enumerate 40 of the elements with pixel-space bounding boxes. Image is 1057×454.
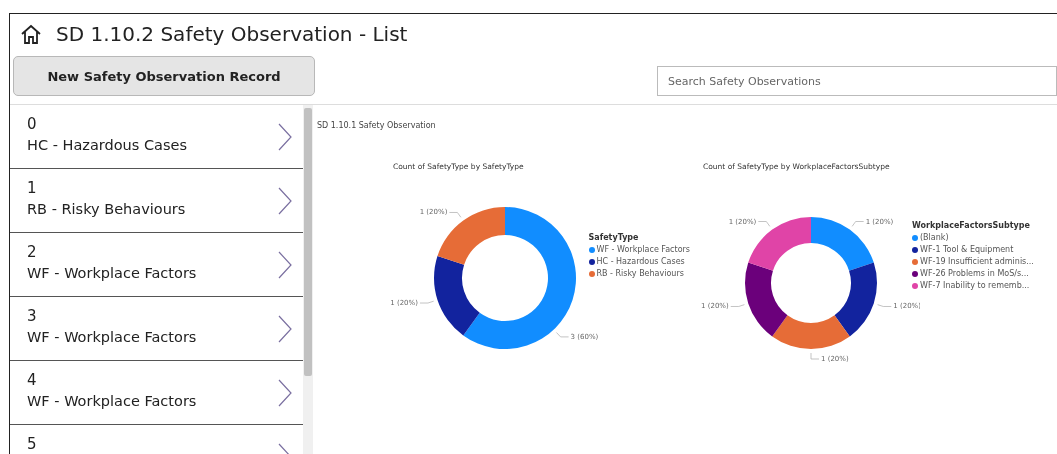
record-number: 3 bbox=[27, 307, 38, 325]
legend-label: WF-1 Tool & Equipment bbox=[920, 245, 1014, 254]
chevron-right-icon bbox=[277, 379, 293, 407]
new-record-button[interactable]: New Safety Observation Record bbox=[13, 56, 315, 96]
record-number: 2 bbox=[27, 243, 38, 261]
leader-line bbox=[758, 221, 771, 227]
record-type: RB - Risky Behaviours bbox=[27, 201, 186, 217]
record-number: 0 bbox=[27, 115, 38, 133]
page-title: SD 1.10.2 Safety Observation - List bbox=[56, 22, 408, 46]
leader-line bbox=[730, 304, 745, 307]
leader-line bbox=[556, 332, 569, 338]
home-icon[interactable] bbox=[20, 23, 42, 45]
record-type: WF - Workplace Factors bbox=[27, 329, 197, 345]
legend-title: SafetyType bbox=[588, 233, 640, 242]
record-type: WF - Workplace Factors bbox=[27, 265, 197, 281]
legend-label: (Blank) bbox=[920, 233, 949, 242]
scrollbar[interactable] bbox=[303, 105, 313, 454]
legend-label: WF-19 Insufficient adminis... bbox=[920, 257, 1034, 266]
chevron-right-icon bbox=[277, 187, 293, 215]
leader-line bbox=[877, 304, 892, 307]
record-number: 5 bbox=[27, 435, 37, 453]
record-type: HC - Hazardous Cases bbox=[27, 137, 187, 153]
legend-label: WF-26 Problems in MoS/s... bbox=[920, 269, 1029, 278]
legend-label: WF-7 Inability to rememb... bbox=[920, 281, 1030, 290]
search-field[interactable]: Search Safety Observations bbox=[657, 66, 1057, 96]
legend-label: RB - Risky Behaviours bbox=[596, 269, 684, 278]
legend-label: WF - Workplace Factors bbox=[596, 245, 690, 254]
leader-line bbox=[851, 221, 864, 227]
leader-line bbox=[449, 212, 462, 218]
chevron-right-icon bbox=[277, 123, 293, 151]
record-number: 4 bbox=[27, 371, 38, 389]
legend-label: HC - Hazardous Cases bbox=[596, 257, 685, 266]
leader-line bbox=[810, 352, 820, 360]
leader-line bbox=[419, 300, 435, 304]
record-type: WF - Workplace Factors bbox=[27, 393, 197, 409]
record-number: 1 bbox=[27, 179, 38, 197]
report-title: SD 1.10.1 Safety Observation bbox=[317, 121, 436, 130]
legend-title: WorkplaceFactorsSubtype bbox=[912, 221, 1031, 230]
chevron-right-icon bbox=[277, 251, 293, 279]
chevron-right-icon bbox=[277, 315, 293, 343]
